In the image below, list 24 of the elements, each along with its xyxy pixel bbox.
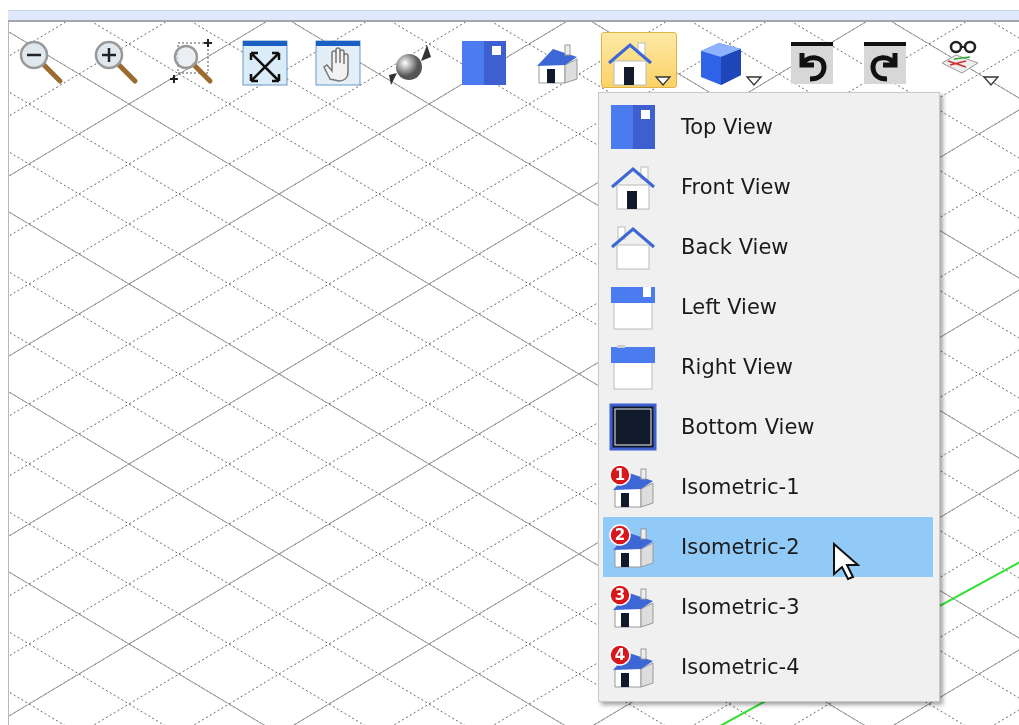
square-icon xyxy=(609,403,657,451)
menu-item[interactable]: 2 Isometric-2 xyxy=(603,517,933,577)
menu-item[interactable]: 1 Isometric-1 xyxy=(603,457,933,517)
house-icon xyxy=(609,163,657,211)
toolbar-button[interactable] xyxy=(601,32,677,88)
caret-icon xyxy=(654,75,672,87)
menu-item[interactable]: Left View xyxy=(603,277,933,337)
panel-icon xyxy=(460,39,508,87)
panel-icon xyxy=(609,103,657,151)
menu-item[interactable]: Right View xyxy=(603,337,933,397)
pointer-icon xyxy=(832,542,860,582)
menu-item[interactable]: Top View xyxy=(603,97,933,157)
menu-item[interactable]: 3 Isometric-3 xyxy=(603,577,933,637)
caret-icon xyxy=(982,75,1000,87)
menu-item[interactable]: Bottom View xyxy=(603,397,933,457)
box-icon xyxy=(609,343,657,391)
hand-icon xyxy=(314,39,362,87)
menu-item[interactable]: Back View xyxy=(603,217,933,277)
house-outline-icon xyxy=(609,223,657,271)
caret-icon xyxy=(745,75,763,87)
menu-item[interactable]: Front View xyxy=(603,157,933,217)
house-icon xyxy=(606,39,654,87)
menu-item[interactable]: 4 Isometric-4 xyxy=(603,637,933,697)
arrows-icon xyxy=(241,39,289,87)
